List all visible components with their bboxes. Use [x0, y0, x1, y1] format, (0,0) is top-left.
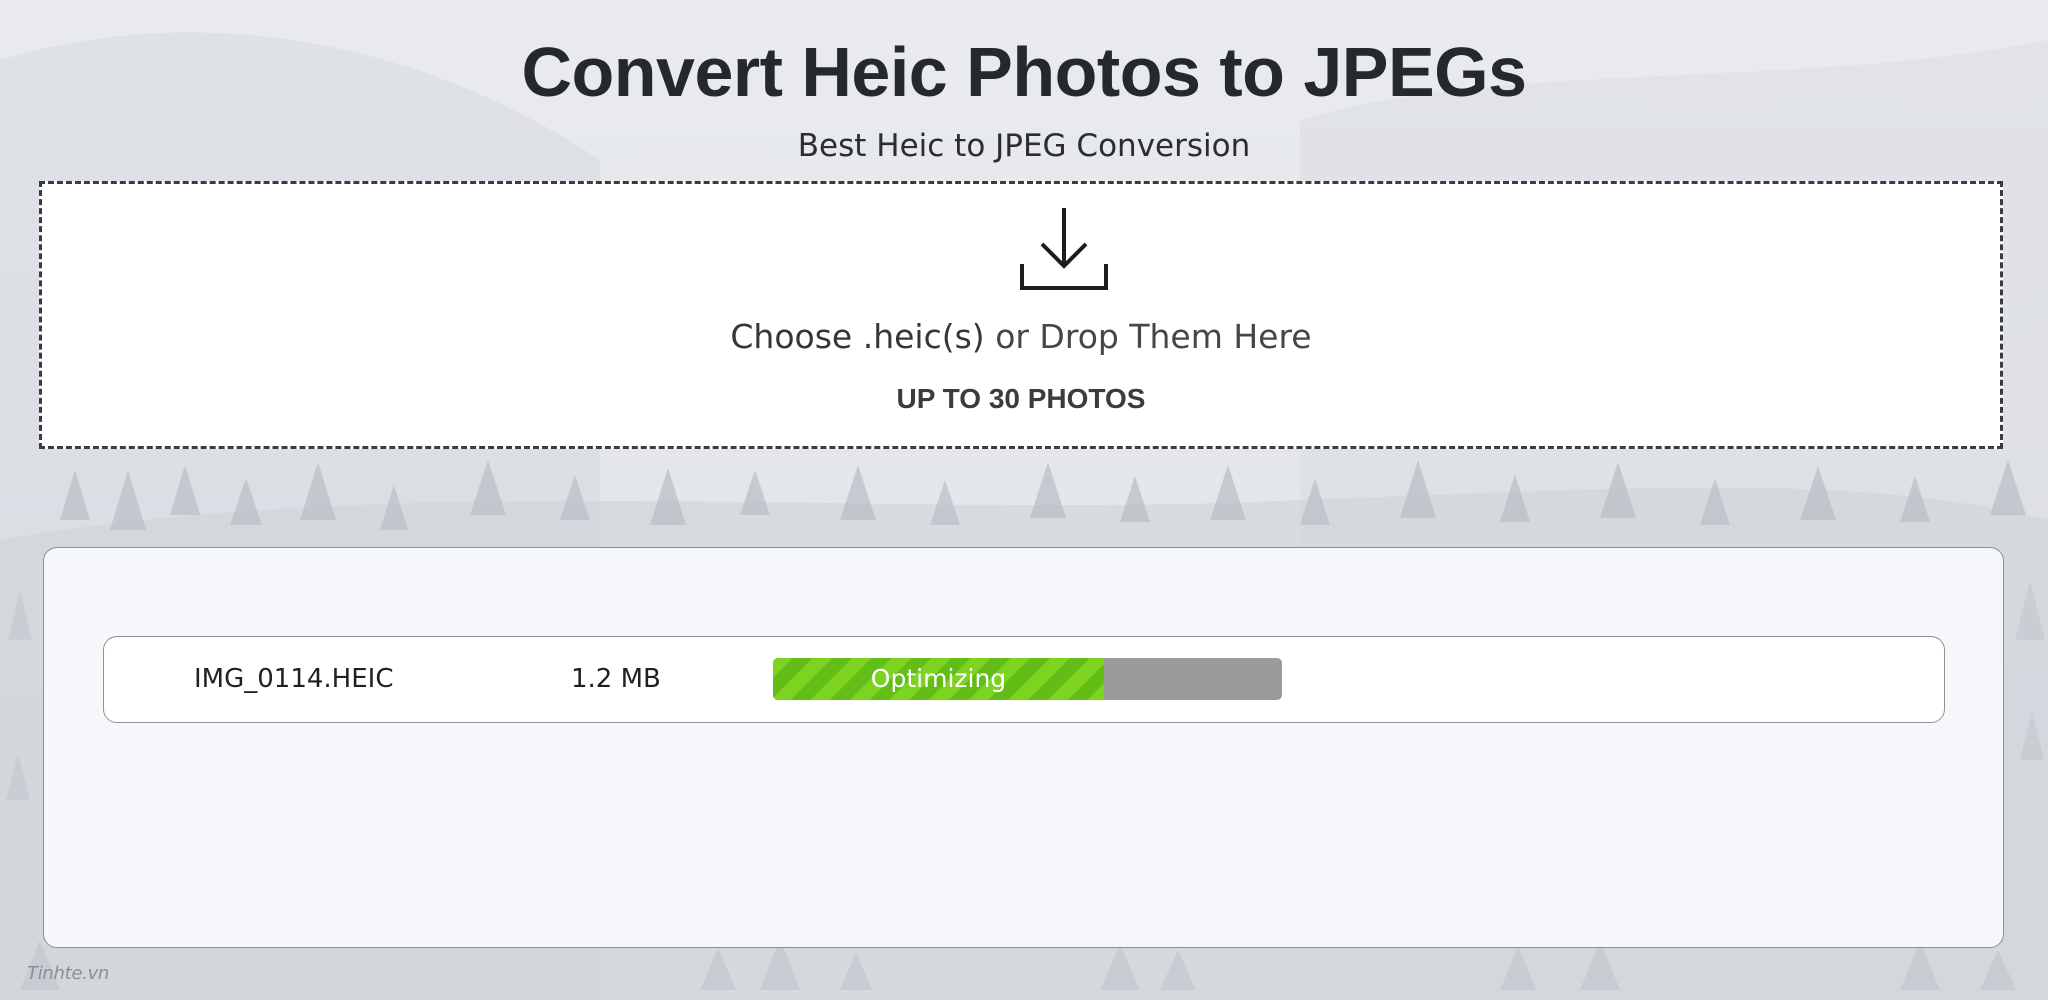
file-row: IMG_0114.HEIC 1.2 MB Optimizing [103, 636, 1945, 723]
progress-status-label: Optimizing [870, 664, 1007, 693]
conversion-progress-bar: Optimizing [773, 658, 1282, 700]
upload-limit-label: UP TO 30 PHOTOS [896, 383, 1146, 414]
choose-files-link[interactable]: Choose .heic(s) [730, 317, 984, 356]
file-list-panel: IMG_0114.HEIC 1.2 MB Optimizing [43, 547, 2004, 948]
page: Convert Heic Photos to JPEGs Best Heic t… [0, 0, 2048, 1000]
dropzone-prompt: Choose .heic(s) or Drop Them Here [42, 316, 2000, 358]
page-subtitle: Best Heic to JPEG Conversion [797, 128, 1251, 164]
file-name: IMG_0114.HEIC [194, 664, 394, 694]
file-size: 1.2 MB [571, 664, 661, 694]
download-icon [1020, 208, 1108, 290]
page-title: Convert Heic Photos to JPEGs [521, 33, 1527, 111]
progress-fill: Optimizing [773, 658, 1104, 700]
file-dropzone[interactable]: Choose .heic(s) or Drop Them Here UP TO … [39, 181, 2003, 449]
drop-text: or Drop Them Here [995, 317, 1312, 356]
watermark: Tinhte.vn [27, 963, 110, 984]
